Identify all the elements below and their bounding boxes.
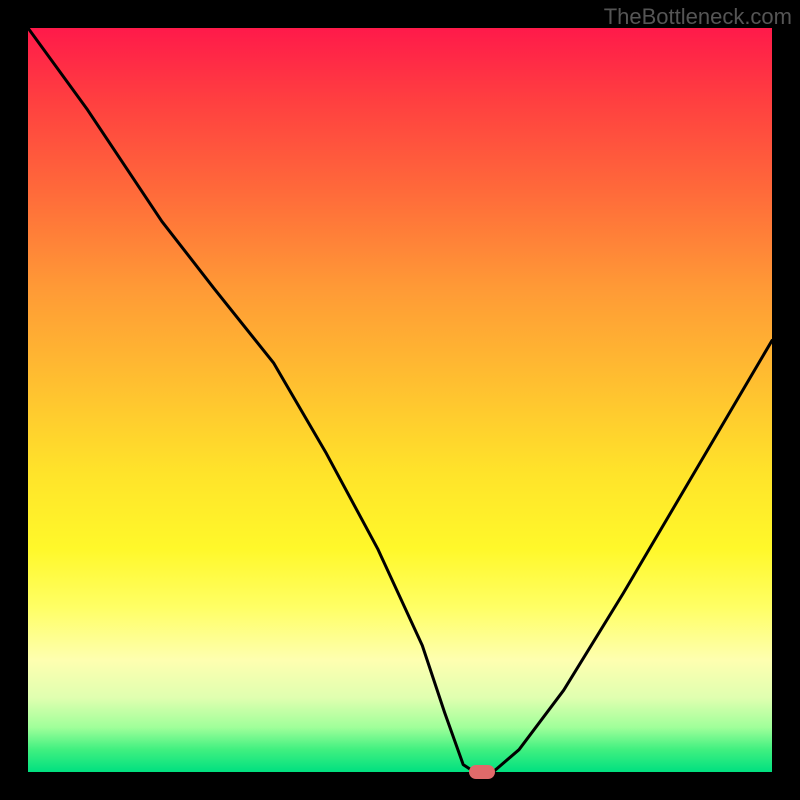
optimal-point-marker xyxy=(469,765,495,779)
bottleneck-curve xyxy=(28,28,772,772)
watermark-text: TheBottleneck.com xyxy=(604,4,792,30)
chart-plot-area xyxy=(28,28,772,772)
